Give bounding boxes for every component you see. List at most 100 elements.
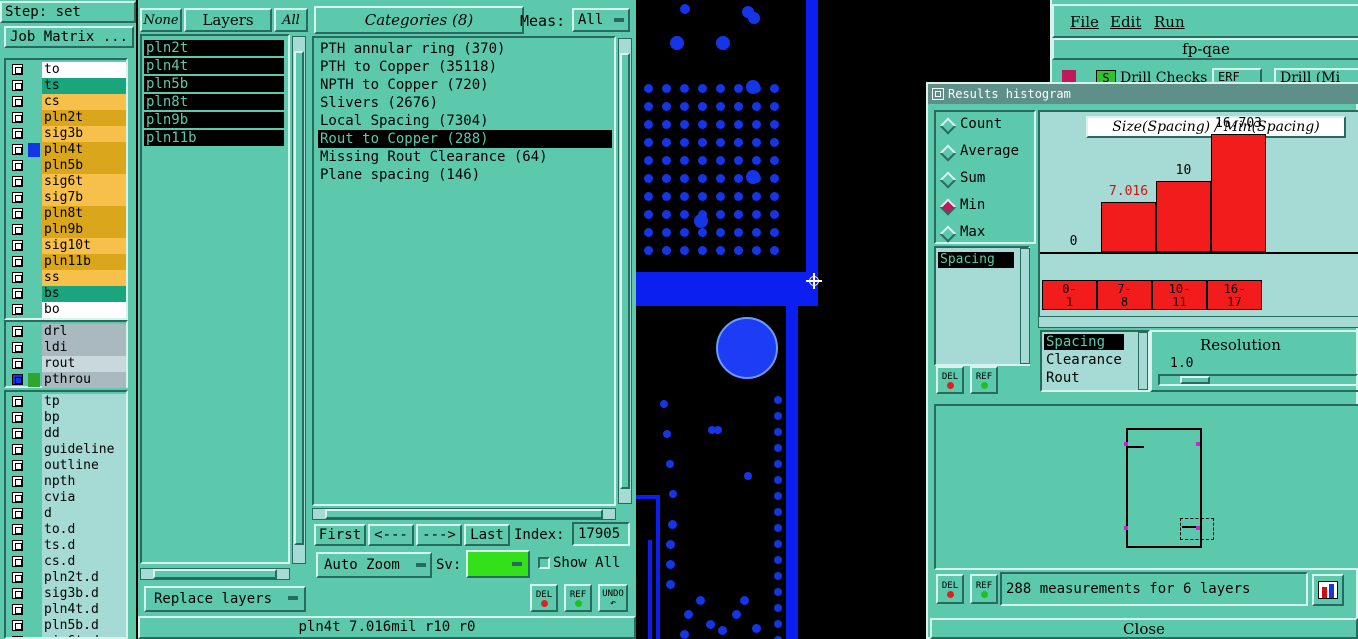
layer-row[interactable]: to — [8, 62, 126, 78]
layer-checkbox[interactable] — [12, 112, 23, 123]
layer-checkbox[interactable] — [12, 96, 23, 107]
measure-item[interactable]: Rout — [1044, 370, 1124, 386]
layer-checkbox[interactable] — [12, 304, 23, 315]
layer-row[interactable]: pln8t — [8, 206, 126, 222]
layer-checkbox[interactable] — [12, 508, 23, 519]
menu-run[interactable]: Run — [1154, 13, 1185, 31]
category-item[interactable]: Missing Rout Clearance (64) — [318, 148, 548, 166]
drill-layer-row[interactable]: drl — [8, 324, 126, 340]
measure-item[interactable]: Clearance — [1044, 352, 1124, 368]
hist-del-button[interactable]: DEL — [936, 574, 964, 604]
misc-layer-row[interactable]: to.d — [8, 522, 126, 538]
index-input[interactable]: 17905 — [572, 522, 630, 546]
layer-row[interactable]: sig10t — [8, 238, 126, 254]
layer-checkbox[interactable] — [12, 326, 23, 337]
layer-row[interactable]: ss — [8, 270, 126, 286]
misc-layer-row[interactable]: cvia — [8, 490, 126, 506]
last-button[interactable]: Last — [464, 524, 510, 546]
layer-checkbox[interactable] — [12, 176, 23, 187]
misc-layer-row[interactable]: pln5b.d — [8, 618, 126, 634]
layer-checkbox[interactable] — [12, 208, 23, 219]
layer-row[interactable]: ts — [8, 78, 126, 94]
layer-checkbox[interactable] — [12, 556, 23, 567]
layer-list-item[interactable]: pln2t — [144, 40, 284, 56]
misc-layer-row[interactable]: guideline — [8, 442, 126, 458]
resolution-slider[interactable] — [1158, 374, 1358, 386]
mode-radio[interactable] — [939, 171, 957, 189]
layer-list-item[interactable]: pln9b — [144, 112, 284, 128]
bin-range-label[interactable]: 10- 11 — [1152, 280, 1207, 310]
misc-layer-row[interactable]: ts.d — [8, 538, 126, 554]
layer-checkbox[interactable] — [12, 492, 23, 503]
layer-checkbox[interactable] — [12, 240, 23, 251]
layer-checkbox[interactable] — [12, 192, 23, 203]
layer-checkbox[interactable] — [12, 128, 23, 139]
layer-row[interactable]: sig7b — [8, 190, 126, 206]
layer-checkbox[interactable] — [12, 620, 23, 631]
layer-row[interactable]: bo — [8, 302, 126, 318]
job-matrix-button[interactable]: Job Matrix ... — [4, 26, 134, 48]
layer-row[interactable]: bs — [8, 286, 126, 302]
layer-list-item[interactable]: pln11b — [144, 130, 284, 146]
misc-layer-row[interactable]: tp — [8, 394, 126, 410]
category-item[interactable]: PTH annular ring (370) — [318, 40, 505, 58]
all-button[interactable]: All — [274, 8, 308, 32]
layer-checkbox[interactable] — [12, 374, 23, 385]
drill-layer-row[interactable]: ldi — [8, 340, 126, 356]
export-chart-button[interactable] — [1312, 574, 1344, 606]
misc-layer-row[interactable]: dd — [8, 426, 126, 442]
layer-checkbox[interactable] — [12, 412, 23, 423]
menu-file[interactable]: File — [1070, 13, 1099, 31]
window-menu-icon[interactable] — [932, 88, 944, 100]
layer-checkbox[interactable] — [12, 358, 23, 369]
histogram-bar[interactable] — [1101, 202, 1156, 252]
layer-checkbox[interactable] — [12, 476, 23, 487]
mode-radio[interactable] — [939, 225, 957, 243]
layers-hscroll[interactable] — [140, 568, 290, 580]
layer-row[interactable]: pln11b — [8, 254, 126, 270]
layer-checkbox[interactable] — [12, 224, 23, 235]
del-button[interactable]: DEL — [530, 584, 558, 612]
sv-color-dropdown[interactable] — [466, 550, 530, 578]
layer-list-item[interactable]: pln5b — [144, 76, 284, 92]
hist-del-top-button[interactable]: DEL — [936, 366, 964, 394]
layer-checkbox[interactable] — [12, 428, 23, 439]
ref-button[interactable]: REF — [564, 584, 592, 612]
none-button[interactable]: None — [140, 8, 182, 32]
layer-checkbox[interactable] — [12, 288, 23, 299]
categories-vscroll[interactable] — [618, 38, 632, 504]
layer-checkbox[interactable] — [12, 524, 23, 535]
misc-layer-row[interactable]: npth — [8, 474, 126, 490]
next-button[interactable]: ---> — [416, 524, 462, 546]
layer-checkbox[interactable] — [12, 160, 23, 171]
meas-dropdown[interactable]: All — [572, 8, 630, 32]
misc-layer-row[interactable]: cs.d — [8, 554, 126, 570]
layer-checkbox[interactable] — [12, 444, 23, 455]
misc-layer-row[interactable]: bp — [8, 410, 126, 426]
menu-edit[interactable]: Edit — [1110, 13, 1141, 31]
bin-range-label[interactable]: 16- 17 — [1207, 280, 1262, 310]
layer-row[interactable]: pln9b — [8, 222, 126, 238]
layer-checkbox[interactable] — [12, 588, 23, 599]
category-item[interactable]: NPTH to Copper (720) — [318, 76, 489, 94]
histogram-hscroll[interactable] — [1038, 316, 1358, 328]
layer-row[interactable]: pln4t — [8, 142, 126, 158]
categories-hscroll[interactable] — [312, 508, 616, 520]
layer-checkbox[interactable] — [12, 64, 23, 75]
misc-layer-row[interactable]: d — [8, 506, 126, 522]
category-item[interactable]: Slivers (2676) — [318, 94, 438, 112]
undo-button[interactable]: UNDO ↶ — [598, 584, 628, 612]
close-button[interactable]: Close — [930, 618, 1358, 639]
hist-ref-button[interactable]: REF — [970, 574, 998, 604]
mode-radio[interactable] — [939, 198, 957, 216]
auto-zoom-dropdown[interactable]: Auto Zoom — [316, 552, 432, 578]
category-item[interactable]: Local Spacing (7304) — [318, 112, 489, 130]
layer-row[interactable]: cs — [8, 94, 126, 110]
layer-list-item[interactable]: pln8t — [144, 94, 284, 110]
layer-checkbox[interactable] — [12, 144, 23, 155]
misc-layer-row[interactable]: outline — [8, 458, 126, 474]
x-field-item[interactable]: Spacing — [938, 252, 1014, 268]
pcb-canvas[interactable] — [636, 0, 926, 639]
layer-checkbox[interactable] — [12, 572, 23, 583]
histogram-bar[interactable] — [1156, 181, 1211, 252]
